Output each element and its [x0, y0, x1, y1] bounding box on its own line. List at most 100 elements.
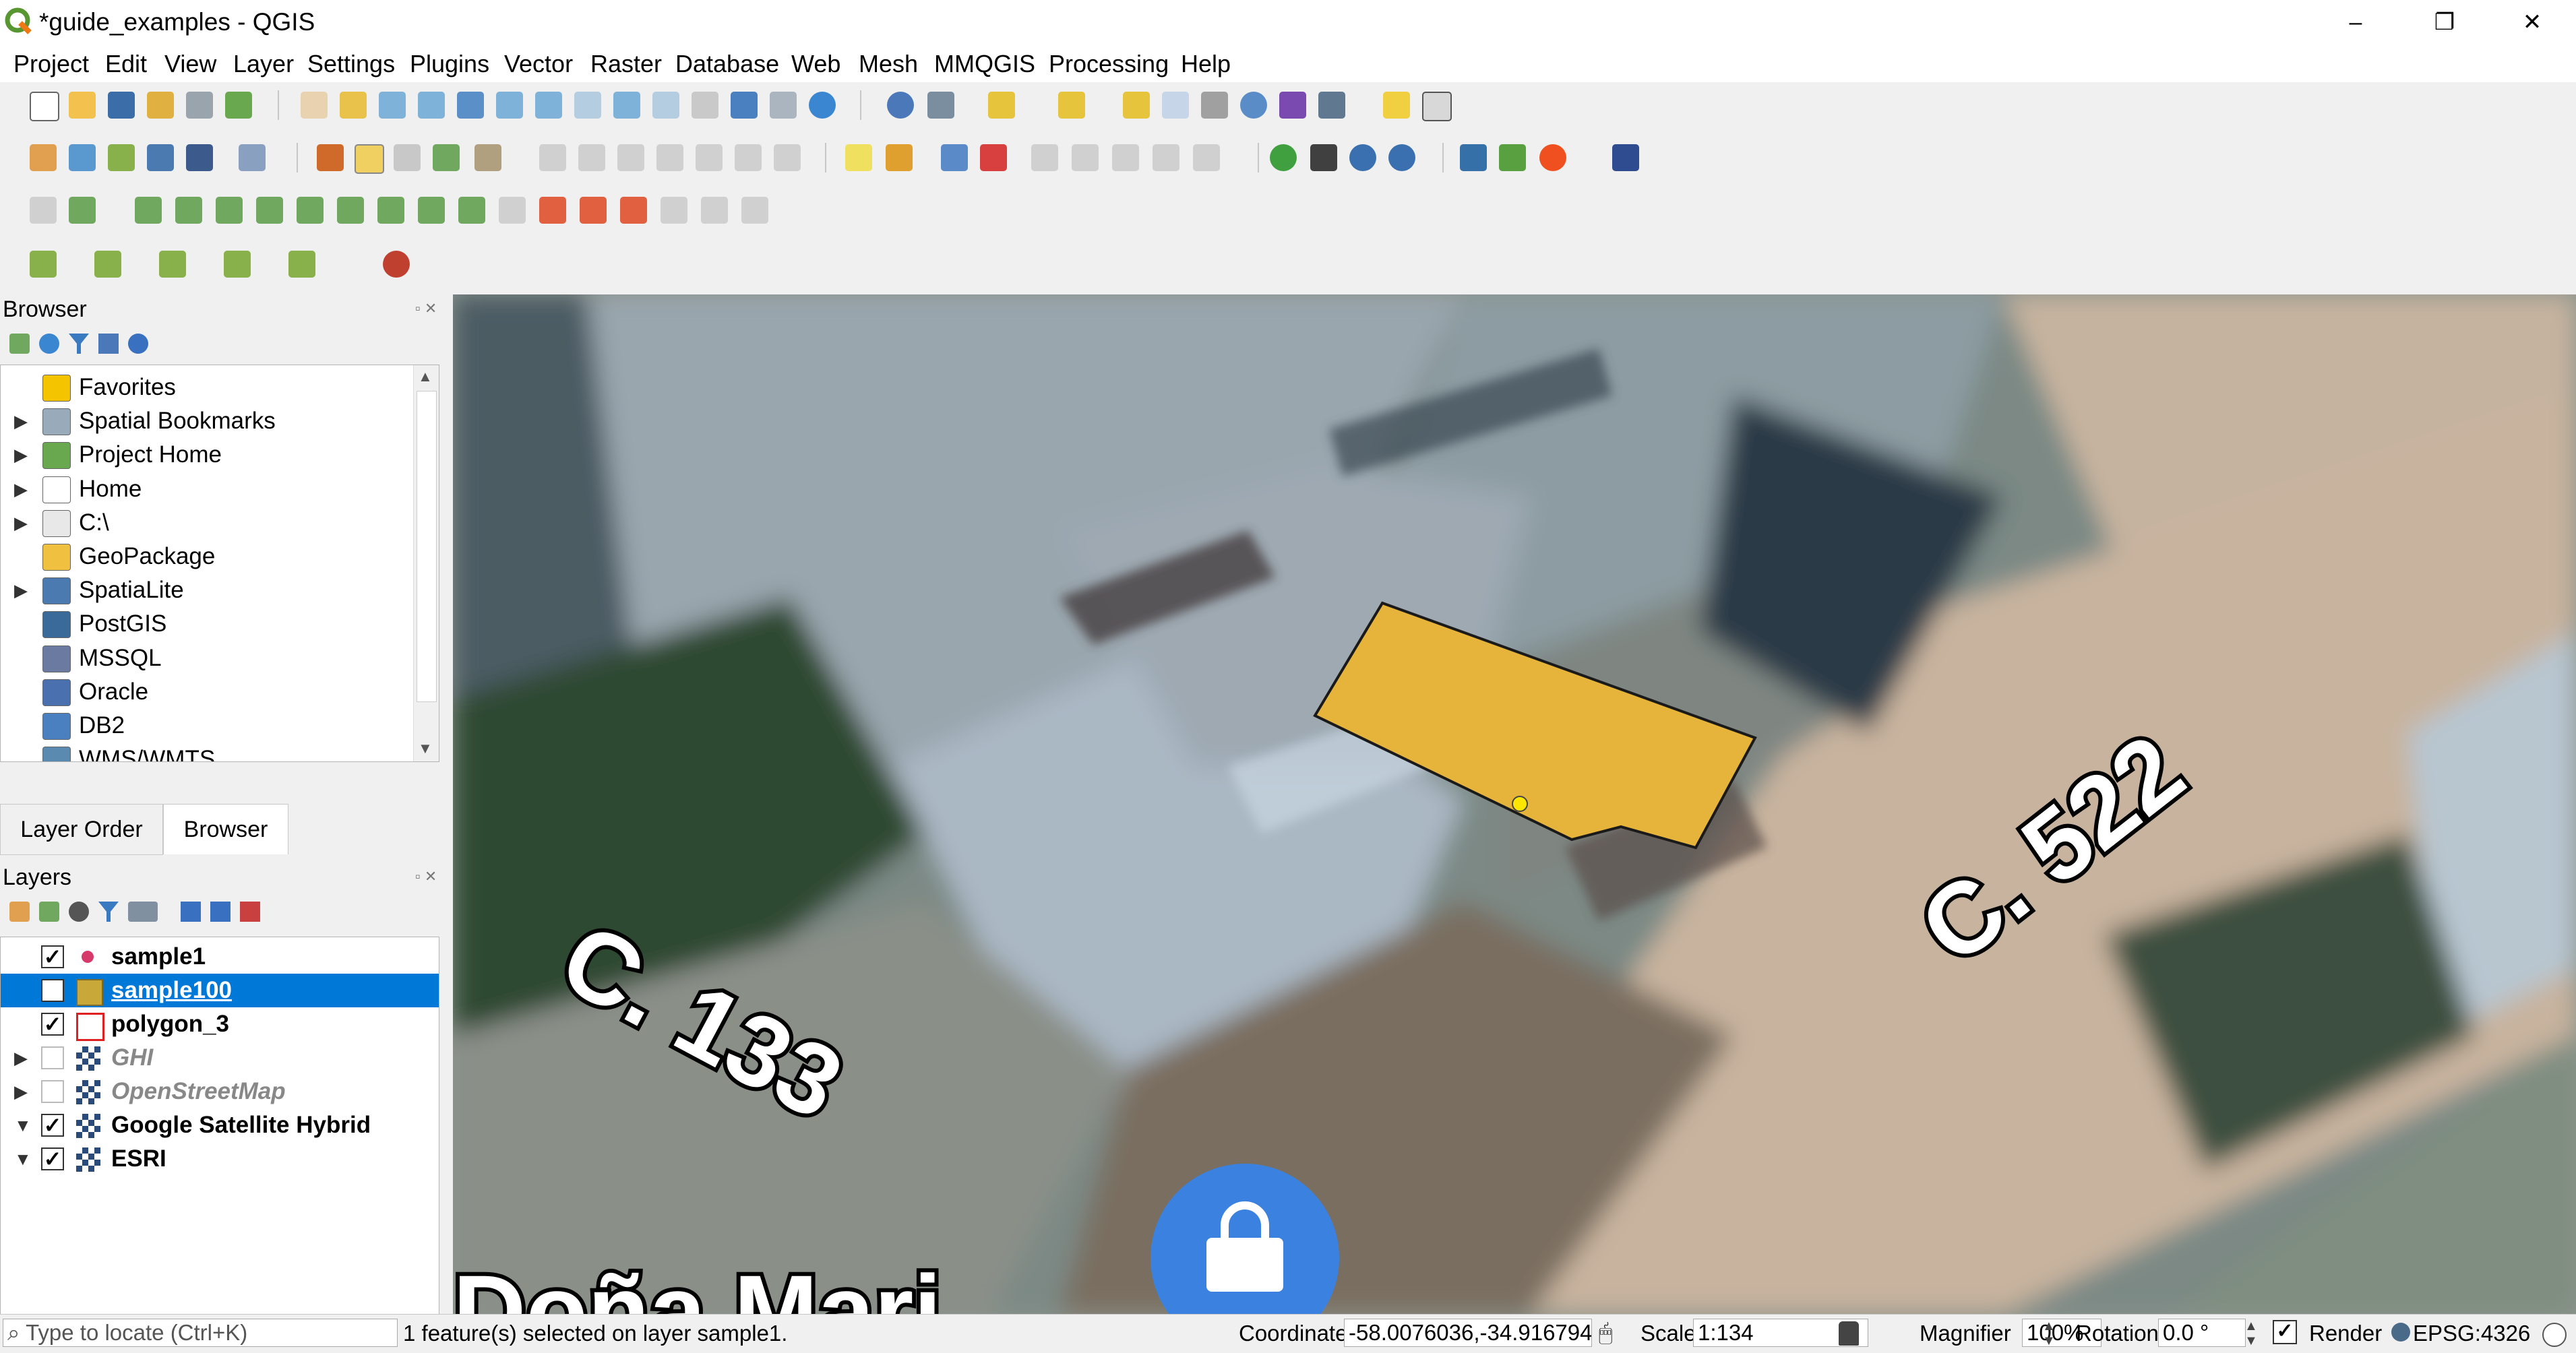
zoom-layer-icon[interactable]	[535, 92, 562, 119]
python-console-icon[interactable]	[1460, 144, 1487, 171]
toggle-label-display-icon[interactable]	[980, 144, 1007, 171]
zoom-full-icon[interactable]	[457, 92, 484, 119]
zoom-last-icon[interactable]	[613, 92, 640, 119]
delete-part-icon[interactable]	[256, 197, 283, 224]
layer-item-ghi[interactable]: ▶ ✓ GHI	[1, 1041, 439, 1075]
open-project-icon[interactable]	[69, 92, 96, 119]
open-layer-styling-icon[interactable]	[9, 902, 30, 922]
crs-globe-icon[interactable]	[2391, 1323, 2410, 1342]
modify-attributes-icon[interactable]	[539, 144, 566, 171]
refresh-icon[interactable]	[809, 92, 836, 119]
select-features-icon[interactable]	[988, 92, 1015, 119]
browser-item-geopackage[interactable]: GeoPackage	[1, 540, 412, 573]
browser-item-favorites[interactable]: Favorites	[1, 371, 412, 404]
advanced-digitize-icon[interactable]	[741, 197, 768, 224]
selected-point-feature[interactable]	[1512, 796, 1528, 812]
rotate-label-icon[interactable]	[1153, 144, 1179, 171]
offset-curve-icon[interactable]	[337, 197, 364, 224]
redo-icon[interactable]	[774, 144, 801, 171]
crs-label[interactable]: EPSG:4326	[2413, 1320, 2530, 1347]
layers-panel-float-close-icon[interactable]: ▫ ✕	[415, 868, 437, 885]
satellite-imagery[interactable]: C. 522 C. 133 Doña Mari	[453, 294, 2576, 1314]
pan-to-selection-icon[interactable]	[340, 92, 367, 119]
simplify-icon[interactable]	[539, 197, 566, 224]
layer-visibility-checkbox[interactable]: ✓	[41, 945, 64, 968]
magnifier-spin-icon[interactable]: ▲ ▼	[2042, 1319, 2056, 1348]
refresh-browser-icon[interactable]	[39, 334, 59, 354]
browser-item-postgis[interactable]: PostGIS	[1, 607, 412, 641]
pan-map-icon[interactable]	[301, 92, 328, 119]
paste-features-icon[interactable]	[696, 144, 723, 171]
layer-visibility-checkbox[interactable]: ✓	[41, 1080, 64, 1103]
reshape-icon[interactable]	[297, 197, 324, 224]
toggle-extents-mouse-icon[interactable]: 🖱	[1599, 1320, 1612, 1346]
copy-features-icon[interactable]	[656, 144, 683, 171]
run-feature-action-icon[interactable]	[927, 92, 954, 119]
reverse-line-icon[interactable]	[620, 197, 647, 224]
add-polygon-icon[interactable]	[433, 144, 460, 171]
print-layout-icon[interactable]	[186, 92, 213, 119]
menu-edit[interactable]: Edit	[105, 49, 147, 80]
filter-browser-icon[interactable]	[69, 334, 89, 354]
help-icon[interactable]	[1612, 144, 1639, 171]
map-tips-icon[interactable]	[1383, 92, 1410, 119]
filter-legend-icon[interactable]	[98, 902, 119, 922]
locate-input[interactable]: ⌕ Type to locate (Ctrl+K)	[3, 1319, 398, 1347]
expand-all-icon[interactable]	[181, 902, 201, 922]
menu-web[interactable]: Web	[791, 49, 840, 80]
collapse-arrow-icon[interactable]: ▼	[14, 1142, 32, 1176]
close-button[interactable]: ✕	[2488, 0, 2576, 44]
text-annotation-icon[interactable]	[1422, 92, 1452, 121]
split-parts-icon[interactable]	[418, 197, 445, 224]
browser-item-db2[interactable]: DB2	[1, 709, 412, 743]
zoom-native-icon[interactable]	[574, 92, 601, 119]
delete-ring-icon[interactable]	[216, 197, 243, 224]
browser-item-home[interactable]: ▶ Home	[1, 472, 412, 506]
create-polygon-icon[interactable]	[288, 251, 315, 278]
menu-settings[interactable]: Settings	[307, 49, 395, 80]
restore-button[interactable]: ❐	[2401, 0, 2488, 44]
manage-map-themes-icon[interactable]	[69, 902, 89, 922]
split-features-icon[interactable]	[377, 197, 404, 224]
vertex-tool-icon[interactable]	[474, 144, 501, 171]
tab-browser[interactable]: Browser	[163, 804, 288, 854]
add-part-icon[interactable]	[175, 197, 202, 224]
properties-info-icon[interactable]	[128, 334, 148, 354]
browser-item-project-home[interactable]: ▶ Project Home	[1, 438, 412, 472]
menu-mesh[interactable]: Mesh	[859, 49, 918, 80]
undo-icon[interactable]	[735, 144, 762, 171]
expand-arrow-icon[interactable]: ▶	[14, 472, 28, 506]
add-vector-layer-icon[interactable]	[108, 144, 135, 171]
browser-item-mssql[interactable]: MSSQL	[1, 641, 412, 675]
browser-item-spatialite[interactable]: ▶ SpatiaLite	[1, 573, 412, 607]
browser-item-spatial-bookmarks[interactable]: ▶ Spatial Bookmarks	[1, 404, 412, 438]
change-label-icon[interactable]	[1193, 144, 1220, 171]
style-manager-icon[interactable]	[225, 92, 252, 119]
layer-item-sample1[interactable]: ✓ sample1	[1, 940, 439, 974]
layer-item-esri[interactable]: ▼ ✓ ESRI	[1, 1142, 439, 1176]
digitize-icon[interactable]	[30, 197, 57, 224]
move-label-icon[interactable]	[1112, 144, 1139, 171]
layer-item-google-satellite-hybrid[interactable]: ▼ ✓ Google Satellite Hybrid	[1, 1108, 439, 1142]
create-rectangle-icon[interactable]	[224, 251, 251, 278]
new-map-view-icon[interactable]	[692, 92, 718, 119]
show-hide-labels-icon[interactable]	[1072, 144, 1099, 171]
plugin-a-icon[interactable]	[1499, 144, 1526, 171]
menu-vector[interactable]: Vector	[504, 49, 573, 80]
add-selected-layers-icon[interactable]	[9, 334, 30, 354]
menu-raster[interactable]: Raster	[590, 49, 662, 80]
menu-layer[interactable]: Layer	[233, 49, 294, 80]
rotate-feature-icon[interactable]	[661, 197, 687, 224]
identify-features-icon[interactable]	[887, 92, 914, 119]
messages-icon[interactable]	[2542, 1323, 2567, 1347]
web-service-icon[interactable]	[1388, 144, 1415, 171]
create-circle-icon[interactable]	[94, 251, 121, 278]
create-ellipse-icon[interactable]	[159, 251, 186, 278]
rotate-point-icon[interactable]	[499, 197, 526, 224]
rotation-field[interactable]: 0.0 °	[2158, 1319, 2246, 1347]
menu-plugins[interactable]: Plugins	[410, 49, 489, 80]
filter-expression-icon[interactable]	[128, 902, 158, 922]
cut-features-icon[interactable]	[617, 144, 644, 171]
quick-osm-icon[interactable]	[1310, 144, 1337, 171]
layer-item-openstreetmap[interactable]: ▶ ✓ OpenStreetMap	[1, 1075, 439, 1108]
